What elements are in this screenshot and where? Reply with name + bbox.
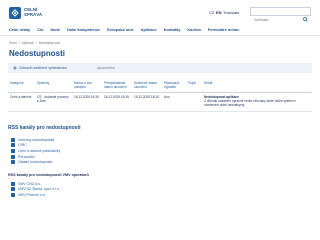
column-header[interactable]: Datum a čas zahájení (72, 80, 102, 93)
column-header[interactable]: Detail (202, 80, 312, 93)
rss-icon (11, 143, 15, 148)
table-row[interactable]: Celní a daňové CS - dočasné poruchy e-Da… (8, 92, 312, 112)
table-cell: CS - dočasné poruchy e-Dan (35, 92, 72, 112)
rss-link[interactable]: VMV NZ Škoda, spol. s r.o. (18, 187, 60, 191)
breadcrumb: Úvod / Aplikace / Nedostupnosti (9, 41, 60, 45)
breadcrumb-separator: / (18, 41, 20, 45)
outages-table: Kategorie Systémy Datum a čas zahájení P… (8, 80, 312, 112)
rss-link[interactable]: Personální (18, 155, 35, 159)
detail-text: Z důvodu nasazení opravné verze eDouany … (204, 98, 296, 107)
detail-cell: Nedostupnost aplikace Z důvodu nasazení … (202, 92, 312, 112)
logo-line2: SPRÁVA (24, 12, 43, 17)
breadcrumb-aplikace[interactable]: Aplikace (22, 41, 34, 45)
column-header[interactable]: Skutečné datum ukončení (132, 80, 162, 93)
lang-cz-link[interactable]: CZ (209, 10, 214, 15)
table-header-row: Kategorie Systémy Datum a čas zahájení P… (8, 80, 312, 93)
breadcrumb-separator: / (36, 41, 38, 45)
nav-item-kontakty[interactable]: Kontakty (164, 27, 181, 32)
breadcrumb-home[interactable]: Úvod (9, 41, 17, 45)
breadcrumb-current: Nedostupnosti (39, 41, 61, 45)
rss-item[interactable]: VMV ProtonX a.s. (11, 192, 60, 198)
logo[interactable]: CELNÍ SPRÁVA (9, 7, 42, 19)
main-nav: Celní úřady Clo Daně Další kompetence Ev… (9, 27, 239, 32)
nav-item-dane[interactable]: Daně (50, 27, 60, 32)
plus-icon (13, 65, 17, 71)
operators-rss-list: VMV CNG a.s. VMV NZ Škoda, spol. s r.o. … (11, 181, 60, 198)
nav-item-clo[interactable]: Clo (37, 27, 43, 32)
rss-icon (11, 154, 15, 159)
filter-bar: Zobrazit rozšířené vyhledávání Upozorněn… (8, 63, 312, 73)
nav-item-evropska-unie[interactable]: Evropská unie (107, 27, 134, 32)
column-header[interactable]: Plánovaná výpadek (162, 80, 186, 93)
search-input[interactable] (251, 16, 301, 24)
rss-list: Všechny nedostupnosti GIRC Celní a daňov… (11, 137, 60, 165)
customs-emblem-icon (9, 7, 21, 19)
rss-link[interactable]: Celní a daňové pohledávky (18, 149, 60, 153)
rss-item[interactable]: Celní a daňové pohledávky (11, 148, 60, 154)
rss-link[interactable]: Ostatní nedostupnosti (18, 160, 52, 164)
logo-text: CELNÍ SPRÁVA (24, 8, 42, 17)
column-header[interactable]: Předpokládané datum ukončení (102, 80, 132, 93)
nav-item-formulare-online[interactable]: Formuláře online (208, 27, 240, 32)
rss-icon (11, 187, 15, 192)
page-title: Nedostupnosti (9, 49, 65, 58)
table-cell: Celní a daňové (8, 92, 35, 112)
nav-item-aplikace[interactable]: Aplikace (141, 27, 157, 32)
nav-item-celni-urady[interactable]: Celní úřady (9, 27, 30, 32)
search-icon[interactable] (303, 9, 308, 27)
rss-icon (11, 160, 15, 165)
rss-icon (11, 192, 15, 197)
column-header[interactable]: Systémy (35, 80, 72, 93)
rss-section-title: RSS kanály pro nedostupnosti (8, 125, 81, 131)
rss-icon (11, 148, 15, 153)
lang-en-link[interactable]: EN (216, 10, 222, 15)
rss-item[interactable]: Ostatní nedostupnosti (11, 159, 60, 165)
advanced-search-toggle[interactable]: Zobrazit rozšířené vyhledávání (8, 65, 67, 71)
table-cell: 16.12.2025 16:15 (72, 92, 102, 112)
advanced-search-label: Zobrazit rozšířené vyhledávání (19, 66, 67, 70)
header-divider (0, 35, 320, 36)
column-header[interactable]: Popis (186, 80, 202, 93)
rss-item[interactable]: Všechny nedostupnosti (11, 137, 60, 143)
table-cell: Ano (162, 92, 186, 112)
rss-link[interactable]: Všechny nedostupnosti (18, 138, 54, 142)
table-cell: 16.12.2025 18:15 (102, 92, 132, 112)
table-cell: 16.12.2025 18:15 (132, 92, 162, 112)
rss-icon (11, 181, 15, 186)
rss-item[interactable]: VMV NZ Škoda, spol. s r.o. (11, 187, 60, 193)
rss-link[interactable]: VMV ProtonX a.s. (18, 193, 46, 197)
filter-notice[interactable]: Upozornění (97, 66, 115, 70)
column-header[interactable]: Kategorie (8, 80, 35, 93)
rss-link[interactable]: GIRC (18, 143, 27, 147)
rss-link[interactable]: VMV CNG a.s. (18, 182, 41, 186)
operators-section-title: RSS kanály pro nedostupnosti VMV operáto… (8, 173, 89, 177)
nav-item-dalsi-kompetence[interactable]: Další kompetence (67, 27, 100, 32)
nav-item-kariera[interactable]: Kariéra (187, 27, 200, 32)
rss-icon (11, 137, 15, 142)
table-cell (186, 92, 202, 112)
search-box[interactable] (250, 7, 311, 24)
translate-link[interactable]: Translate (223, 10, 240, 15)
